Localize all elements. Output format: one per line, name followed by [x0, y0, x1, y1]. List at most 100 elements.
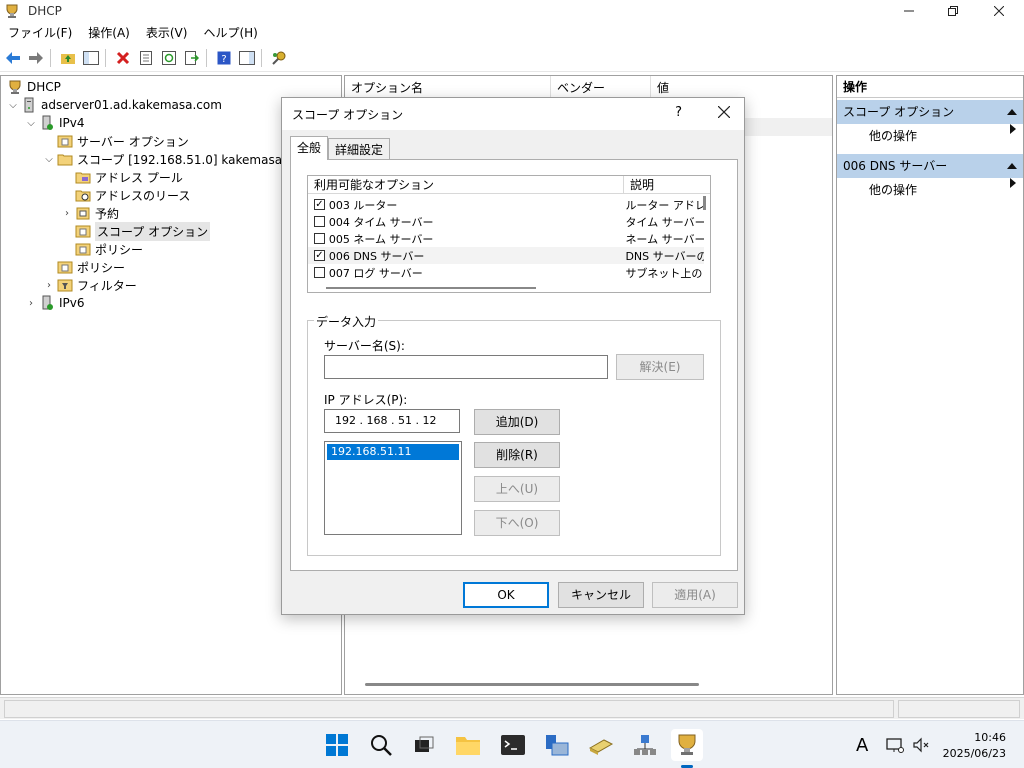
menu-action[interactable]: 操作(A) — [80, 22, 138, 44]
up-folder-button[interactable] — [58, 48, 78, 68]
collapse-up-icon[interactable] — [1007, 108, 1017, 116]
tree-item-dhcp[interactable]: DHCP — [5, 78, 61, 96]
tab-general[interactable]: 全般 — [290, 136, 329, 160]
option-row[interactable]: 007 ログ サーバー サブネット上の M — [308, 264, 704, 281]
show-hide-tree-button[interactable] — [81, 48, 101, 68]
taskbar-dhcp[interactable] — [671, 729, 703, 761]
action-more-actions[interactable]: 他の操作 — [837, 124, 1023, 148]
remove-button[interactable]: 削除(R) — [474, 442, 560, 468]
tree-item-ipv4[interactable]: ⌵ IPv4 — [25, 114, 85, 132]
option-row[interactable]: ✓ 003 ルーター ルーター アドレス — [308, 196, 704, 213]
action-more-actions[interactable]: 他の操作 — [837, 178, 1023, 202]
cancel-button[interactable]: キャンセル — [558, 582, 644, 608]
taskbar-server-manager[interactable] — [541, 729, 573, 761]
refresh-icon — [162, 50, 176, 65]
dialog-close-button[interactable] — [717, 103, 731, 122]
tree-item-address-leases[interactable]: アドレスのリース — [73, 186, 190, 204]
option-row[interactable]: 005 ネーム サーバー ネーム サーバーの — [308, 230, 704, 247]
option-checkbox[interactable]: ✓ — [314, 250, 325, 261]
action-pane-icon — [239, 50, 255, 65]
chevron-right-icon[interactable]: › — [25, 298, 37, 309]
speaker-muted-icon[interactable] — [912, 737, 930, 753]
dhcp-tool-button[interactable] — [269, 48, 289, 68]
ip-address-list[interactable]: 192.168.51.11 — [324, 441, 462, 535]
option-row[interactable]: 004 タイム サーバー タイム サーバー ア — [308, 213, 704, 230]
minimize-button[interactable] — [886, 0, 932, 22]
option-checkbox[interactable] — [314, 233, 325, 244]
chevron-down-icon[interactable]: ⌵ — [43, 154, 55, 165]
action-section-dns-server[interactable]: 006 DNS サーバー — [837, 154, 1023, 178]
tree-item-filters[interactable]: › フィルター — [43, 276, 137, 294]
menu-file[interactable]: ファイル(F) — [0, 22, 80, 44]
tree-label: ポリシー — [95, 242, 144, 257]
chevron-down-icon[interactable]: ⌵ — [25, 118, 37, 129]
add-button[interactable]: 追加(D) — [474, 409, 560, 435]
column-header-description[interactable]: 説明 — [624, 176, 710, 194]
server-name-input[interactable] — [324, 355, 608, 379]
show-action-pane-button[interactable] — [237, 48, 257, 68]
tree-label: IPv4 — [59, 116, 85, 130]
horizontal-scrollbar[interactable] — [365, 683, 699, 686]
console-tree-icon — [83, 50, 99, 65]
help-button[interactable]: ? — [214, 48, 234, 68]
menu-view[interactable]: 表示(V) — [138, 22, 196, 44]
tab-advanced[interactable]: 詳細設定 — [328, 138, 391, 160]
network-status-icon[interactable] — [886, 737, 904, 753]
ipv6-icon — [42, 295, 53, 310]
ime-indicator[interactable]: A — [856, 735, 872, 756]
task-view-button[interactable] — [408, 729, 440, 761]
delete-button[interactable] — [113, 48, 133, 68]
task-view-icon — [415, 736, 434, 752]
tree-item-policies[interactable]: ポリシー — [55, 258, 125, 276]
chevron-down-icon[interactable]: ⌵ — [7, 100, 19, 111]
tree-item-address-pool[interactable]: アドレス プール — [73, 168, 183, 186]
network-tool-icon — [272, 51, 286, 65]
forward-button[interactable] — [26, 48, 46, 68]
export-list-button[interactable] — [182, 48, 202, 68]
resolve-button[interactable]: 解決(E) — [616, 354, 704, 380]
available-options-list[interactable]: 利用可能なオプション 説明 ✓ 003 ルーター ルーター アドレス 004 タ… — [307, 175, 711, 293]
refresh-button[interactable] — [159, 48, 179, 68]
dialog-help-button[interactable]: ? — [675, 105, 682, 120]
taskbar-app-tool[interactable] — [585, 729, 617, 761]
ok-button[interactable]: OK — [463, 582, 549, 608]
taskbar-clock[interactable]: 10:46 2025/06/23 — [943, 730, 1006, 762]
close-button[interactable] — [976, 0, 1022, 22]
start-button[interactable] — [321, 729, 353, 761]
option-checkbox[interactable]: ✓ — [314, 199, 325, 210]
option-checkbox[interactable] — [314, 267, 325, 278]
folder-icon — [456, 737, 480, 755]
taskbar-terminal[interactable] — [497, 729, 529, 761]
column-header-available-options[interactable]: 利用可能なオプション — [308, 176, 624, 194]
option-row-selected[interactable]: ✓ 006 DNS サーバー DNS サーバーの — [308, 247, 704, 264]
chevron-right-icon[interactable]: › — [61, 208, 73, 219]
taskbar-network-tool[interactable] — [629, 729, 661, 761]
option-name: 004 タイム サーバー — [328, 215, 434, 229]
move-up-button[interactable]: 上へ(U) — [474, 476, 560, 502]
ip-address-input[interactable]: 192 . 168 . 51 . 12 — [324, 409, 460, 433]
menu-help[interactable]: ヘルプ(H) — [195, 22, 265, 44]
tree-item-scope-options[interactable]: スコープ オプション — [73, 221, 211, 241]
tree-item-reservations[interactable]: › 予約 — [61, 204, 119, 222]
horizontal-scrollbar[interactable] — [326, 287, 536, 289]
option-name: 007 ログ サーバー — [328, 266, 423, 280]
tree-item-server-options[interactable]: サーバー オプション — [55, 132, 189, 150]
submenu-arrow-icon — [1010, 178, 1016, 188]
action-section-scope-options[interactable]: スコープ オプション — [837, 100, 1023, 124]
back-button[interactable] — [3, 48, 23, 68]
tree-item-scope-policies[interactable]: ポリシー — [73, 240, 143, 258]
chevron-right-icon[interactable]: › — [43, 280, 55, 291]
apply-button[interactable]: 適用(A) — [652, 582, 738, 608]
option-checkbox[interactable] — [314, 216, 325, 227]
menu-bar: ファイル(F) 操作(A) 表示(V) ヘルプ(H) — [0, 22, 1024, 44]
taskbar-file-explorer[interactable] — [452, 729, 484, 761]
tree-item-server[interactable]: ⌵ adserver01.ad.kakemasa.com — [7, 96, 222, 114]
collapse-up-icon[interactable] — [1007, 162, 1017, 170]
search-button[interactable] — [365, 729, 397, 761]
tree-item-ipv6[interactable]: › IPv6 — [25, 294, 85, 312]
properties-button[interactable] — [136, 48, 156, 68]
restore-button[interactable] — [930, 0, 976, 22]
ip-list-item-selected[interactable]: 192.168.51.11 — [327, 444, 459, 460]
vertical-scrollbar[interactable] — [703, 196, 706, 210]
move-down-button[interactable]: 下へ(O) — [474, 510, 560, 536]
